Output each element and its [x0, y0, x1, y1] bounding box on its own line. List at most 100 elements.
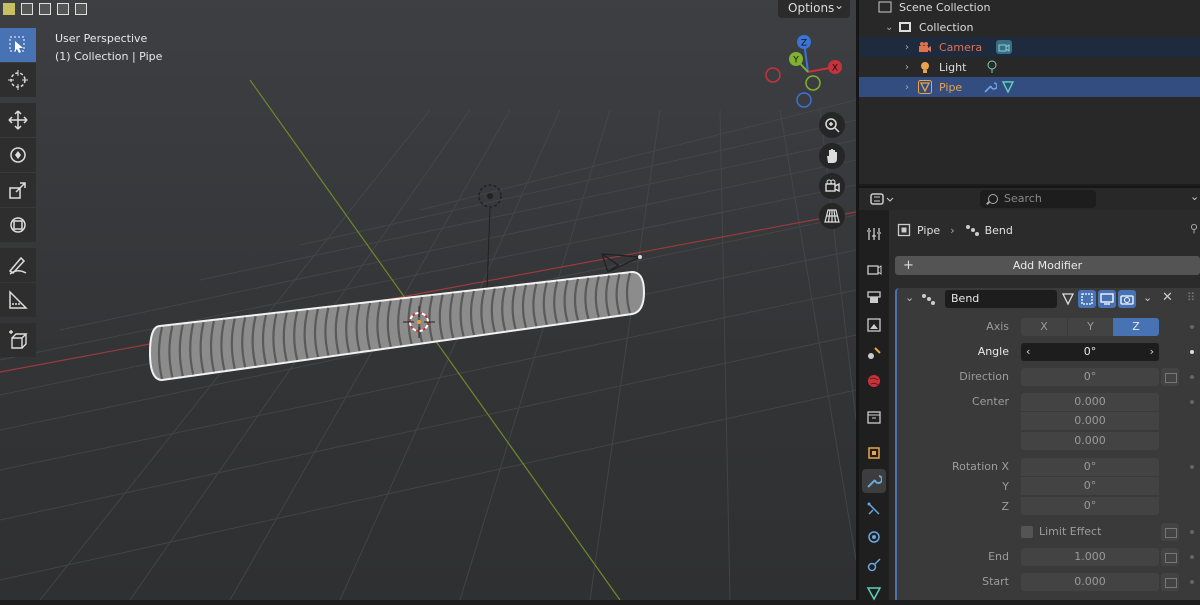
- add-cube-tool[interactable]: [0, 323, 36, 357]
- close-icon[interactable]: ✕: [1162, 290, 1173, 305]
- decrement-arrow-icon[interactable]: ‹: [1026, 343, 1030, 361]
- start-field[interactable]: 0.000: [1021, 573, 1159, 591]
- chevron-right-icon[interactable]: ›: [905, 82, 917, 93]
- outliner-item-pipe[interactable]: › Pipe: [859, 77, 1200, 97]
- select-invert-icon[interactable]: [54, 0, 70, 16]
- measure-tool[interactable]: [0, 283, 36, 317]
- tab-modifiers[interactable]: [862, 469, 886, 493]
- pan-button[interactable]: [819, 143, 845, 169]
- transform-tool[interactable]: [0, 208, 36, 242]
- axis-x-button[interactable]: X: [1021, 318, 1067, 336]
- pin-icon[interactable]: ⚲: [1190, 222, 1198, 235]
- chevron-down-icon[interactable]: ⌄: [885, 22, 897, 33]
- tab-data[interactable]: [862, 581, 886, 605]
- angle-field[interactable]: ‹ 0° ›: [1021, 343, 1159, 361]
- direction-value: 0°: [1083, 370, 1097, 383]
- select-intersect-icon[interactable]: [72, 0, 88, 16]
- chevron-right-icon[interactable]: ›: [905, 42, 917, 53]
- 3d-viewport[interactable]: Options User Perspective (1) Collection …: [0, 0, 856, 600]
- outliner-item-camera[interactable]: › Camera: [859, 37, 1200, 57]
- edit-mode-toggle[interactable]: [1059, 290, 1077, 308]
- tab-view-layer[interactable]: [862, 313, 886, 337]
- select-new-icon[interactable]: [0, 0, 16, 16]
- modifier-name-field[interactable]: Bend: [945, 290, 1057, 308]
- direction-label: Direction: [959, 370, 1009, 383]
- annotate-tool[interactable]: [0, 248, 36, 282]
- viewport-toggle[interactable]: [1098, 290, 1116, 308]
- properties-header: Search ⌄: [859, 186, 1200, 210]
- collapse-chevron-icon[interactable]: ⌄: [905, 291, 914, 304]
- driver-button[interactable]: [1161, 548, 1179, 566]
- cursor-tool[interactable]: [0, 63, 36, 97]
- rotation-x-field[interactable]: 0°: [1021, 458, 1159, 476]
- tab-object[interactable]: [862, 441, 886, 465]
- scene-collection-row[interactable]: Scene Collection: [859, 0, 1200, 17]
- keyframe-dot[interactable]: [1190, 555, 1194, 559]
- collection-label: (1) Collection | Pipe: [55, 50, 163, 63]
- constraints-icon: [867, 558, 881, 572]
- chevron-right-icon[interactable]: ›: [905, 62, 917, 73]
- tab-physics[interactable]: [862, 525, 886, 549]
- driver-button[interactable]: [1161, 523, 1179, 541]
- chevron-down-icon[interactable]: ⌄: [1190, 190, 1199, 203]
- outliner-item-light[interactable]: › Light: [859, 57, 1200, 77]
- tab-collection[interactable]: [862, 405, 886, 429]
- scale-icon: [9, 182, 26, 199]
- direction-field[interactable]: 0°: [1021, 368, 1159, 386]
- keyframe-dot[interactable]: [1190, 465, 1194, 469]
- properties-search-input[interactable]: Search: [980, 190, 1096, 208]
- editor-type-dropdown[interactable]: [869, 191, 897, 209]
- move-tool[interactable]: [0, 103, 36, 137]
- pipe-object: [148, 270, 646, 382]
- wrench-icon[interactable]: [982, 80, 998, 94]
- light-data-icon[interactable]: [984, 60, 1000, 74]
- center-x-field[interactable]: 0.000: [1021, 393, 1159, 411]
- zoom-button[interactable]: [819, 112, 845, 138]
- tab-scene[interactable]: [862, 341, 886, 365]
- axis-y-button[interactable]: Y: [1067, 318, 1113, 336]
- tab-world[interactable]: [862, 369, 886, 393]
- tab-particles[interactable]: [862, 497, 886, 521]
- driver-button[interactable]: [1161, 573, 1179, 591]
- keyframe-dot[interactable]: [1190, 350, 1194, 354]
- rotate-tool[interactable]: [0, 138, 36, 172]
- navigation-gizmo[interactable]: Z X Y: [762, 30, 852, 112]
- camera-view-button[interactable]: [819, 173, 845, 199]
- driver-button[interactable]: [1161, 368, 1179, 386]
- select-extend-icon[interactable]: [18, 0, 34, 16]
- keyframe-dot[interactable]: [1190, 375, 1194, 379]
- camera-data-icon[interactable]: [996, 40, 1013, 54]
- rotation-y-field[interactable]: 0°: [1021, 477, 1159, 495]
- add-modifier-label: Add Modifier: [1012, 259, 1083, 272]
- increment-arrow-icon[interactable]: ›: [1150, 343, 1154, 361]
- center-z-field[interactable]: 0.000: [1021, 432, 1159, 450]
- keyframe-dot[interactable]: [1190, 530, 1194, 534]
- limit-effect-label: Limit Effect: [1039, 525, 1102, 538]
- limit-effect-checkbox[interactable]: [1021, 526, 1033, 538]
- axis-label: Axis: [986, 320, 1009, 333]
- selection-mode-icons[interactable]: [0, 0, 88, 16]
- axis-z-button[interactable]: Z: [1113, 318, 1159, 336]
- render-toggle[interactable]: [1118, 290, 1136, 308]
- tab-render[interactable]: [862, 257, 886, 281]
- scale-tool[interactable]: [0, 173, 36, 207]
- options-dropdown[interactable]: Options: [778, 0, 850, 18]
- keyframe-dot[interactable]: [1190, 325, 1194, 329]
- keyframe-dot[interactable]: [1190, 580, 1194, 584]
- center-y-field[interactable]: 0.000: [1021, 412, 1159, 430]
- drag-handle-icon[interactable]: ⠿: [1187, 291, 1195, 304]
- tab-tool[interactable]: [862, 222, 886, 246]
- end-field[interactable]: 1.000: [1021, 548, 1159, 566]
- mesh-data-icon[interactable]: [1000, 80, 1016, 94]
- keyframe-dot[interactable]: [1190, 400, 1194, 404]
- tab-output[interactable]: [862, 285, 886, 309]
- collection-row[interactable]: ⌄ Collection: [859, 17, 1200, 37]
- perspective-toggle-button[interactable]: [819, 203, 845, 229]
- tab-constraints[interactable]: [862, 553, 886, 577]
- select-box-tool[interactable]: [0, 28, 36, 62]
- chevron-down-icon[interactable]: ⌄: [1143, 291, 1152, 304]
- add-modifier-button[interactable]: + Add Modifier: [895, 256, 1200, 275]
- select-subtract-icon[interactable]: [36, 0, 52, 16]
- cage-toggle[interactable]: [1078, 290, 1096, 308]
- rotation-z-field[interactable]: 0°: [1021, 497, 1159, 515]
